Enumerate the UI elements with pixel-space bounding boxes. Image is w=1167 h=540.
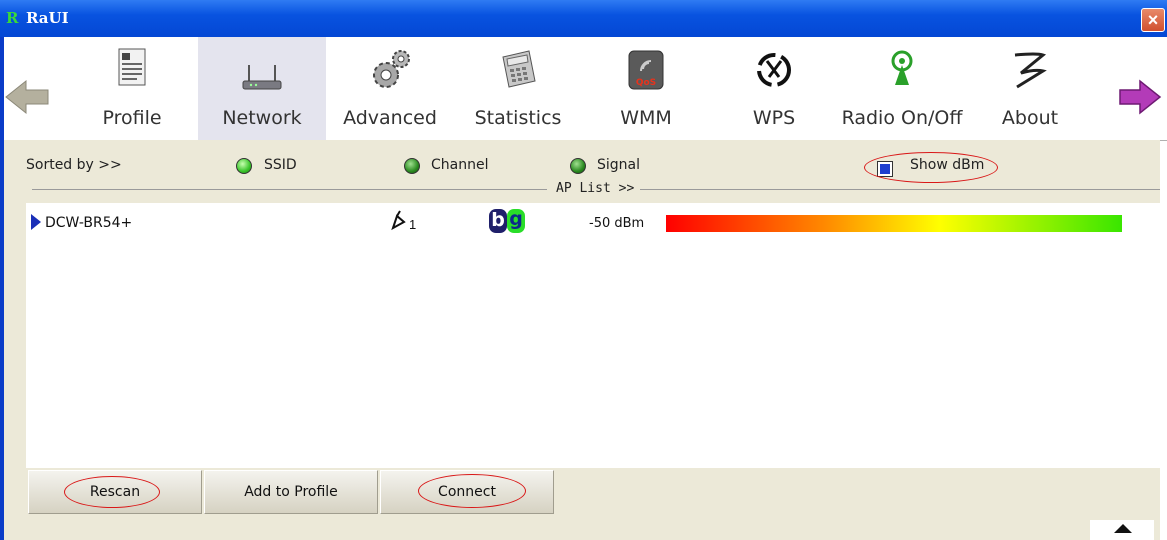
router-icon — [242, 65, 282, 90]
sort-signal-label: Signal — [597, 157, 641, 173]
tab-label: Statistics — [474, 107, 562, 129]
tab-label: Profile — [102, 107, 162, 129]
back-arrow-icon[interactable] — [4, 77, 52, 117]
collapse-toggle[interactable] — [1090, 520, 1154, 540]
tab-advanced[interactable]: Advanced — [326, 37, 454, 140]
rescan-highlight — [64, 476, 160, 508]
forward-arrow-icon[interactable] — [1116, 77, 1164, 117]
row-select-arrow-icon — [31, 214, 41, 230]
ap-channel: 1 — [409, 217, 417, 232]
channel-antenna-icon — [391, 210, 406, 231]
window-title: RaUI — [26, 9, 69, 27]
tab-label: Network — [222, 107, 302, 129]
tab-about[interactable]: About — [966, 37, 1094, 140]
sort-ssid-label: SSID — [264, 157, 297, 173]
divider-left — [32, 189, 547, 190]
collapse-arrow-icon — [1114, 524, 1132, 533]
sorted-by-label: Sorted by >> — [26, 157, 122, 173]
tab-label: Advanced — [343, 107, 437, 129]
close-button[interactable]: × — [1141, 8, 1165, 32]
tab-label: About — [1001, 107, 1059, 129]
tab-label: WMM — [620, 107, 672, 129]
tab-network[interactable]: Network — [198, 37, 326, 140]
tab-wps[interactable]: WPS — [710, 37, 838, 140]
tab-radio-on-off[interactable]: Radio On/Off — [838, 37, 966, 140]
connect-highlight — [418, 474, 526, 508]
ap-ssid: DCW-BR54+ — [45, 215, 133, 231]
ap-list-panel: DCW-BR54+ 1 b g -50 dBm — [26, 203, 1160, 468]
sort-channel-label: Channel — [431, 157, 489, 173]
ap-list-label: AP List >> — [556, 181, 635, 196]
qos-text: QoS — [636, 78, 656, 88]
wps-icon — [757, 53, 791, 87]
qos-icon: QoS — [628, 50, 664, 90]
tab-label: Radio On/Off — [841, 107, 963, 129]
sort-ssid-radio[interactable] — [236, 158, 252, 174]
toolbar: Profile Network Advanced Statistics QoS … — [4, 37, 1167, 141]
calculator-icon — [502, 50, 536, 88]
ap-row[interactable]: DCW-BR54+ 1 b g -50 dBm — [26, 203, 1160, 243]
signal-strength-bar — [666, 215, 1122, 232]
app-logo: R — [6, 9, 19, 27]
about-logo-icon — [1014, 52, 1047, 89]
tab-profile[interactable]: Profile — [68, 37, 196, 140]
sort-channel-radio[interactable] — [404, 158, 420, 174]
divider-right — [640, 189, 1160, 190]
tab-label: WPS — [752, 107, 796, 129]
tab-wmm[interactable]: QoS WMM — [582, 37, 710, 140]
profile-document-icon — [118, 48, 146, 86]
title-bar: R RaUI × — [0, 0, 1167, 37]
mode-b-badge: b — [489, 209, 507, 233]
add-to-profile-button[interactable]: Add to Profile — [204, 470, 378, 514]
tab-statistics[interactable]: Statistics — [454, 37, 582, 140]
radio-antenna-icon — [891, 50, 913, 85]
mode-g-badge: g — [507, 209, 525, 233]
gears-icon — [373, 50, 410, 88]
ap-signal-dbm: -50 dBm — [589, 216, 645, 231]
sort-signal-radio[interactable] — [570, 158, 586, 174]
show-dbm-highlight — [864, 152, 998, 183]
